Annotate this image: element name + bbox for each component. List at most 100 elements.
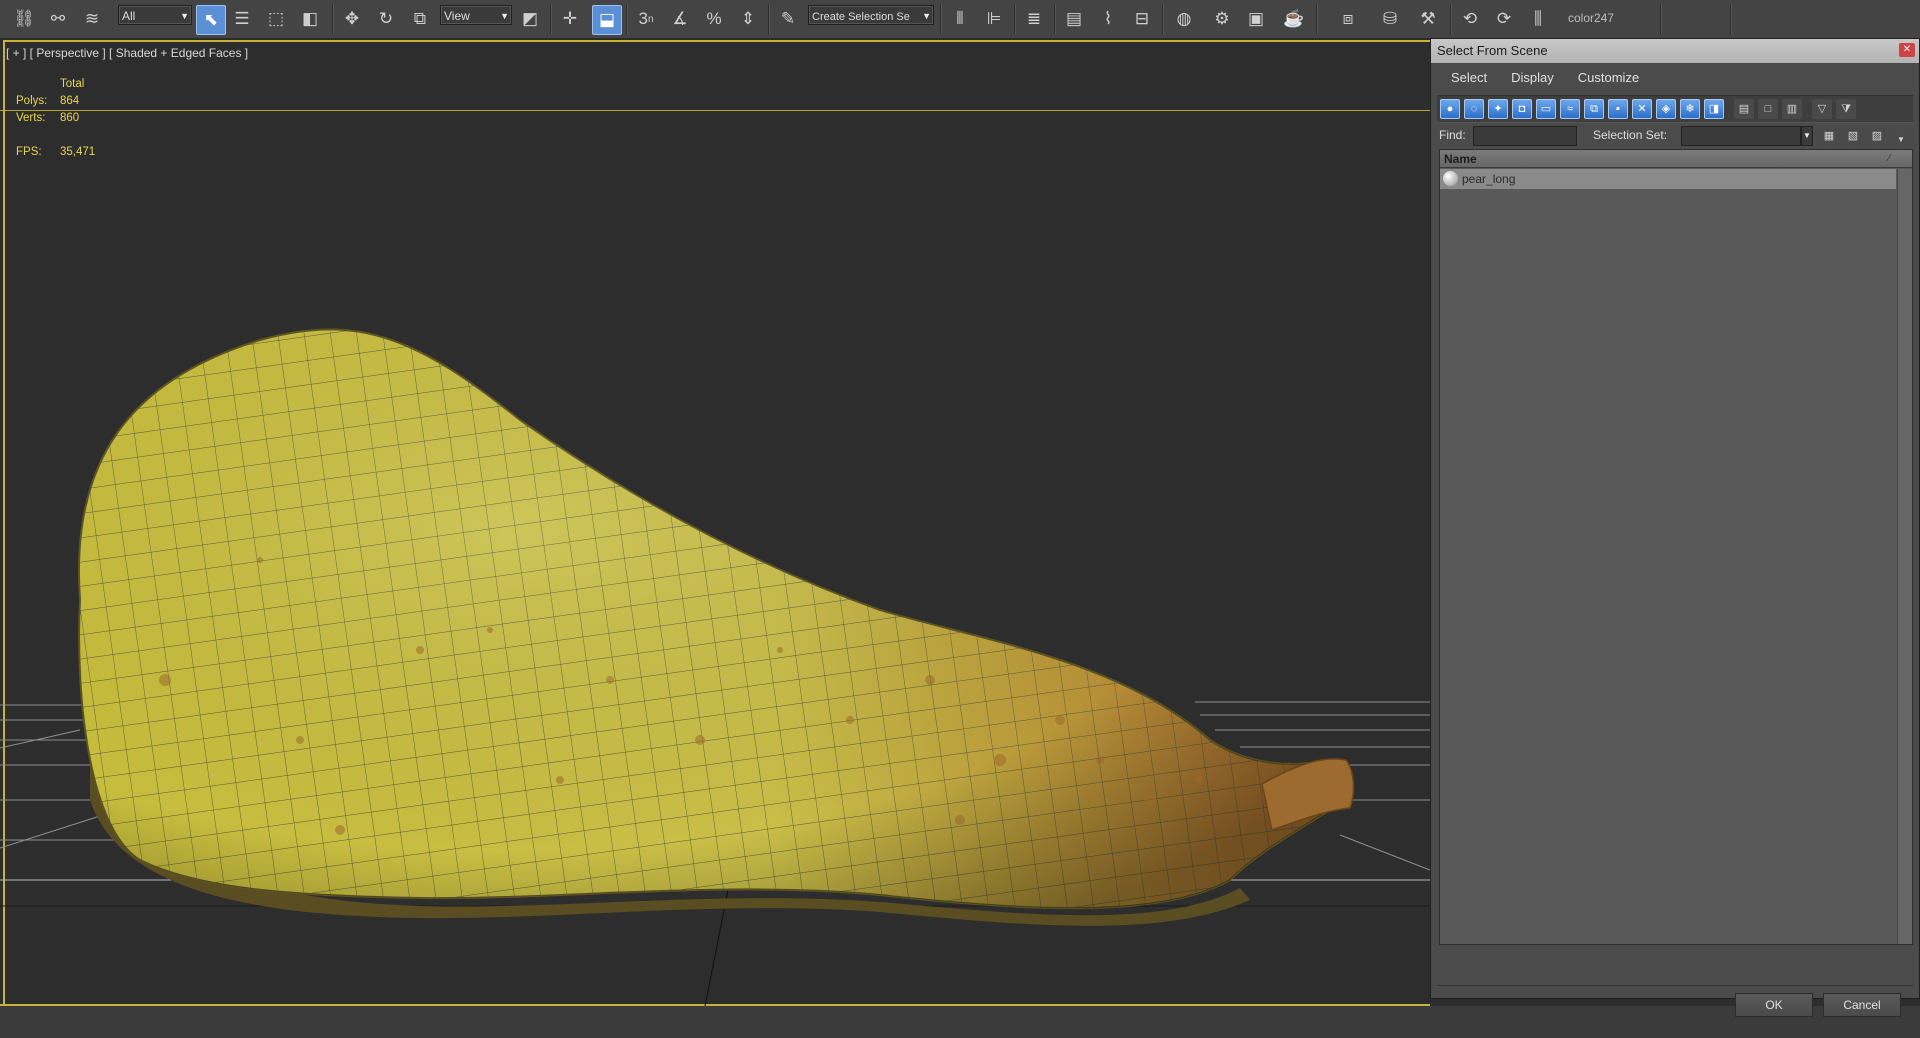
schematic-view-icon[interactable]: ⊟ xyxy=(1128,5,1156,33)
dialog-title-bar[interactable]: Select From Scene ✕ xyxy=(1431,39,1919,63)
render-setup-icon[interactable]: ⚙ xyxy=(1208,5,1236,33)
chevron-down-icon: ▼ xyxy=(922,11,931,21)
keyboard-shortcut-override-icon[interactable]: ⬓ xyxy=(592,5,622,35)
remove-from-selection-set-icon[interactable]: ▨ xyxy=(1867,126,1887,146)
edit-named-selection-sets-icon[interactable]: ✎ xyxy=(774,5,802,33)
toolbar-separator xyxy=(550,4,552,34)
layer-manager-icon[interactable]: ≣ xyxy=(1020,5,1048,33)
select-and-manipulate-icon[interactable]: ✛ xyxy=(556,5,584,33)
display-all-icon[interactable]: ▤ xyxy=(1734,99,1754,119)
mirror-icon[interactable]: ⫴ xyxy=(946,5,974,33)
column-header-label: Name xyxy=(1444,152,1477,166)
display-helpers-icon[interactable]: ▭ xyxy=(1536,99,1556,119)
percent-snap-toggle-icon[interactable]: % xyxy=(700,5,728,33)
list-scrollbar[interactable] xyxy=(1897,169,1912,944)
display-shapes-icon[interactable]: ◌ xyxy=(1464,99,1484,119)
display-frozen-icon[interactable]: ❄ xyxy=(1680,99,1700,119)
object-name: pear_long xyxy=(1462,172,1516,186)
add-to-selection-set-icon[interactable]: ▧ xyxy=(1843,126,1863,146)
container-icon[interactable]: ⧈ xyxy=(1334,5,1362,33)
select-by-name-icon[interactable]: ☰ xyxy=(228,5,256,33)
curve-editor-icon[interactable]: ⌇ xyxy=(1094,5,1122,33)
display-none-icon[interactable]: □ xyxy=(1758,99,1778,119)
selection-filter-dropdown[interactable]: All ▼ xyxy=(118,5,192,25)
status-area xyxy=(0,1006,1920,1038)
column-header-name[interactable]: Name ⁄ xyxy=(1440,150,1912,168)
menu-display[interactable]: Display xyxy=(1511,67,1554,89)
sort-ascending-icon: ⁄ xyxy=(1888,153,1890,164)
toolbar-separator xyxy=(940,4,942,34)
close-icon[interactable]: ✕ xyxy=(1899,43,1915,57)
chevron-down-icon: ▼ xyxy=(500,11,509,21)
display-groups-icon[interactable]: ⧉ xyxy=(1584,99,1604,119)
display-bones-icon[interactable]: ✕ xyxy=(1632,99,1652,119)
display-xrefs-icon[interactable]: ▪ xyxy=(1608,99,1628,119)
menu-customize[interactable]: Customize xyxy=(1578,67,1639,89)
display-hidden-icon[interactable]: ◨ xyxy=(1704,99,1724,119)
invert-display-icon[interactable]: ▥ xyxy=(1782,99,1802,119)
dialog-divider xyxy=(1437,985,1913,986)
angle-snap-toggle-icon[interactable]: ∡ xyxy=(666,5,694,33)
scene-render xyxy=(0,328,1430,1006)
rendered-frame-window-icon[interactable]: ▣ xyxy=(1242,5,1270,33)
display-cameras-icon[interactable]: ◘ xyxy=(1512,99,1532,119)
use-pivot-center-icon[interactable]: ◩ xyxy=(516,5,544,33)
options-chevron-icon[interactable]: ▼ xyxy=(1893,130,1909,150)
list-item[interactable]: pear_long xyxy=(1440,169,1896,189)
toolbar-separator xyxy=(626,4,628,34)
named-selection-sets-value: Create Selection Se xyxy=(812,11,910,23)
display-filter-toolbar: ● ◌ ✦ ◘ ▭ ≈ ⧉ ▪ ✕ ◈ ❄ ◨ ▤ □ ▥ ▽ ⧩ xyxy=(1437,95,1913,123)
cancel-button[interactable]: Cancel xyxy=(1823,993,1901,1017)
align-icon[interactable]: ⊫ xyxy=(980,5,1008,33)
populate-icon[interactable]: ⛁ xyxy=(1376,5,1404,33)
select-and-move-icon[interactable]: ✥ xyxy=(338,5,366,33)
find-input[interactable] xyxy=(1473,126,1577,146)
selection-set-dropdown[interactable] xyxy=(1681,126,1801,146)
scene-explorer-icon[interactable]: ⚒ xyxy=(1414,5,1442,33)
display-containers-icon[interactable]: ◈ xyxy=(1656,99,1676,119)
main-toolbar: ⛓ ⚯ ≋ All ▼ ⬉ ☰ ⬚ ◧ ✥ ↻ ⧉ View ▼ ◩ ✛ ⬓ 3… xyxy=(0,0,1920,39)
render-production-icon[interactable]: ☕ xyxy=(1280,5,1308,33)
chevron-down-icon: ▼ xyxy=(180,11,189,21)
create-selection-set-icon[interactable]: ▦ xyxy=(1819,126,1839,146)
select-object-icon[interactable]: ⬉ xyxy=(196,5,226,35)
display-lights-icon[interactable]: ✦ xyxy=(1488,99,1508,119)
reference-coordinate-dropdown[interactable]: View ▼ xyxy=(440,5,512,25)
clone-and-align-icon[interactable]: ⫼ xyxy=(1524,5,1552,33)
select-from-scene-dialog: Select From Scene ✕ Select Display Custo… xyxy=(1430,38,1920,1017)
bind-to-space-warp-icon[interactable]: ≋ xyxy=(78,5,106,33)
toolbar-separator xyxy=(1014,4,1016,34)
spinner-snap-toggle-icon[interactable]: ⇕ xyxy=(734,5,762,33)
toolbar-separator xyxy=(1660,4,1662,34)
toolbar-separator xyxy=(1316,4,1318,34)
find-row: Find: Selection Set: ▼ ▦ ▧ ▨ ▼ xyxy=(1437,124,1913,150)
dialog-title: Select From Scene xyxy=(1437,43,1548,58)
rectangular-selection-region-icon[interactable]: ⬚ xyxy=(262,5,290,33)
chevron-down-icon[interactable]: ▼ xyxy=(1801,126,1813,146)
ok-button[interactable]: OK xyxy=(1735,993,1813,1017)
perspective-viewport[interactable]: [ + ] [ Perspective ] [ Shaded + Edged F… xyxy=(0,40,1430,1006)
unlink-selection-icon[interactable]: ⚯ xyxy=(44,5,72,33)
toolbar-separator xyxy=(332,4,334,34)
reset-xform-icon[interactable]: ⟲ xyxy=(1456,5,1484,33)
window-crossing-icon[interactable]: ◧ xyxy=(296,5,324,33)
filter-icon[interactable]: ▽ xyxy=(1812,99,1832,119)
snap-dimension-label: 3 xyxy=(638,9,648,28)
select-and-rotate-icon[interactable]: ↻ xyxy=(372,5,400,33)
display-geometry-icon[interactable]: ● xyxy=(1440,99,1460,119)
select-and-link-icon[interactable]: ⛓ xyxy=(10,5,38,33)
toolbar-separator xyxy=(1730,4,1732,34)
select-and-scale-icon[interactable]: ⧉ xyxy=(406,5,434,33)
named-selection-sets-dropdown[interactable]: Create Selection Se ▼ xyxy=(808,5,934,25)
selection-set-label: Selection Set: xyxy=(1593,128,1668,142)
scene-object-list[interactable]: Name ⁄ pear_long xyxy=(1439,149,1913,945)
graphite-modeling-tools-icon[interactable]: ▤ xyxy=(1060,5,1088,33)
display-space-warps-icon[interactable]: ≈ xyxy=(1560,99,1580,119)
material-editor-icon[interactable]: ◍ xyxy=(1170,5,1198,33)
loop-tool-icon[interactable]: ⟳ xyxy=(1490,5,1518,33)
snaps-toggle-icon[interactable]: 3n xyxy=(632,5,660,33)
menu-select[interactable]: Select xyxy=(1451,67,1487,89)
find-label: Find: xyxy=(1439,128,1466,142)
dialog-menubar: Select Display Customize xyxy=(1437,67,1913,89)
filter-options-icon[interactable]: ⧩ xyxy=(1836,99,1856,119)
